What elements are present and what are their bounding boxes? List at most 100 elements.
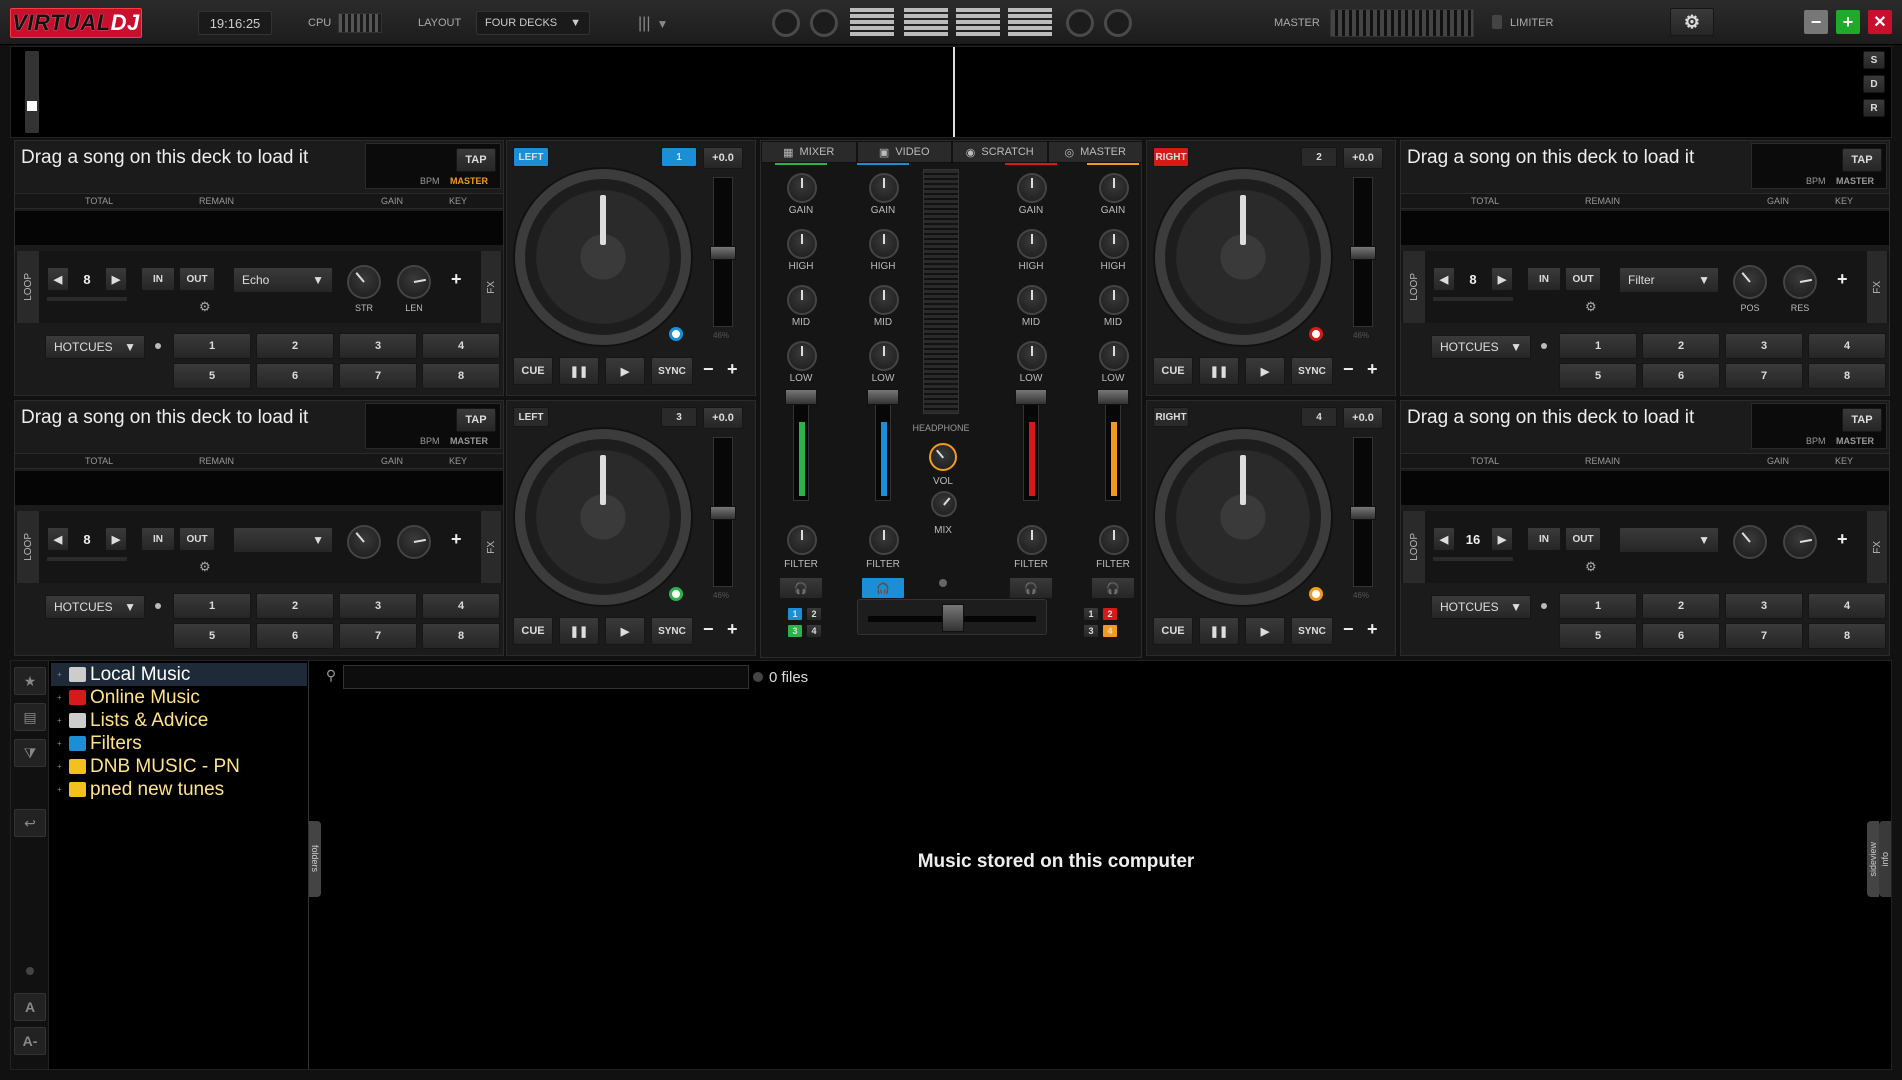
assign-2[interactable]: 2 xyxy=(806,607,822,621)
crossfader[interactable] xyxy=(857,599,1047,635)
loop-double-icon[interactable]: ▶ xyxy=(1491,527,1513,551)
hotcue-2-button[interactable]: 2 xyxy=(1642,593,1720,619)
pause-icon[interactable]: ❚❚ xyxy=(1199,357,1239,385)
eq-bars-icon[interactable] xyxy=(1008,8,1052,36)
channel-mid-knob[interactable] xyxy=(787,285,817,315)
channel-mid-knob[interactable] xyxy=(1017,285,1047,315)
deck-side-button[interactable]: RIGHT xyxy=(1153,407,1189,427)
loop-half-icon[interactable]: ◀ xyxy=(47,267,69,291)
hotcue-8-button[interactable]: 8 xyxy=(422,363,500,389)
headphone-icon[interactable]: 🎧 xyxy=(1091,577,1135,599)
channel-filter-knob[interactable] xyxy=(1017,525,1047,555)
pitch-fader-handle[interactable] xyxy=(1350,246,1376,260)
cue-button[interactable]: CUE xyxy=(513,617,553,645)
tap-button[interactable]: TAP xyxy=(1842,148,1882,172)
tree-item[interactable]: + Local Music xyxy=(51,663,307,686)
hotcue-6-button[interactable]: 6 xyxy=(256,363,334,389)
deck-side-button[interactable]: RIGHT xyxy=(1153,147,1189,167)
side-button-s[interactable]: S xyxy=(1863,51,1885,69)
fx-tab[interactable]: FX xyxy=(1867,511,1887,583)
jog-wheel[interactable] xyxy=(1155,429,1331,605)
hotcue-1-button[interactable]: 1 xyxy=(173,593,251,619)
hotcue-7-button[interactable]: 7 xyxy=(339,623,417,649)
loop-tab[interactable]: LOOP xyxy=(1403,511,1425,583)
fx-param-2-knob[interactable] xyxy=(397,525,431,559)
loop-in-button[interactable]: IN xyxy=(141,527,175,551)
channel-gain-knob[interactable] xyxy=(869,173,899,203)
play-icon[interactable]: ▶ xyxy=(1245,617,1285,645)
loop-roll-icon[interactable]: ⚙ xyxy=(1585,559,1601,575)
loop-out-button[interactable]: OUT xyxy=(1565,267,1601,291)
hotcue-3-button[interactable]: 3 xyxy=(339,593,417,619)
settings-gear-icon[interactable]: ⚙ xyxy=(1670,8,1714,36)
hotcue-8-button[interactable]: 8 xyxy=(422,623,500,649)
hotcue-7-button[interactable]: 7 xyxy=(339,363,417,389)
channel-fader-handle[interactable] xyxy=(867,389,899,405)
channel-gain-knob[interactable] xyxy=(1017,173,1047,203)
loop-half-icon[interactable]: ◀ xyxy=(1433,527,1455,551)
channel-low-knob[interactable] xyxy=(787,341,817,371)
channel-high-knob[interactable] xyxy=(869,229,899,259)
channel-gain-knob[interactable] xyxy=(787,173,817,203)
eq-bars-icon[interactable] xyxy=(904,8,948,36)
channel-low-knob[interactable] xyxy=(1099,341,1129,371)
tree-item[interactable]: + DNB MUSIC - PN xyxy=(51,755,307,778)
maximize-button[interactable]: + xyxy=(1836,10,1860,34)
hotcue-7-button[interactable]: 7 xyxy=(1725,623,1803,649)
channel-volume-fader[interactable] xyxy=(1023,397,1039,501)
fx-param-2-knob[interactable] xyxy=(397,265,431,299)
fx-tab[interactable]: FX xyxy=(481,251,501,323)
pitch-fader-handle[interactable] xyxy=(710,506,736,520)
hotcue-5-button[interactable]: 5 xyxy=(173,363,251,389)
loop-out-button[interactable]: OUT xyxy=(179,527,215,551)
pitch-plus-button[interactable]: + xyxy=(727,359,738,380)
headphone-vol-knob[interactable] xyxy=(929,443,957,471)
hotcue-5-button[interactable]: 5 xyxy=(173,623,251,649)
play-icon[interactable]: ▶ xyxy=(1245,357,1285,385)
deck-number-button[interactable]: 1 xyxy=(661,147,697,167)
pitch-fader[interactable] xyxy=(1350,177,1376,327)
hotcue-4-button[interactable]: 4 xyxy=(422,333,500,359)
loop-roll-icon[interactable]: ⚙ xyxy=(199,299,215,315)
expand-icon[interactable]: + xyxy=(57,785,65,794)
channel-mid-knob[interactable] xyxy=(869,285,899,315)
tree-item[interactable]: + Filters xyxy=(51,732,307,755)
channel-filter-knob[interactable] xyxy=(787,525,817,555)
minimize-button[interactable]: − xyxy=(1804,10,1828,34)
deck-number-button[interactable]: 2 xyxy=(1301,147,1337,167)
pitch-minus-button[interactable]: − xyxy=(1343,359,1354,380)
record-button[interactable] xyxy=(772,9,800,37)
expand-icon[interactable]: + xyxy=(57,762,65,771)
headphone-icon[interactable]: 🎧 xyxy=(1009,577,1053,599)
play-icon[interactable]: ▶ xyxy=(605,617,645,645)
hotcue-4-button[interactable]: 4 xyxy=(1808,333,1886,359)
headphone-mix-knob[interactable] xyxy=(931,491,957,517)
expand-icon[interactable]: + xyxy=(57,739,65,748)
eq-bars-icon[interactable] xyxy=(956,8,1000,36)
channel-volume-fader[interactable] xyxy=(875,397,891,501)
tap-button[interactable]: TAP xyxy=(456,148,496,172)
effect-select[interactable]: ▼ xyxy=(233,527,333,553)
fx-param-1-knob[interactable] xyxy=(1733,525,1767,559)
channel-volume-fader[interactable] xyxy=(793,397,809,501)
tab-mixer[interactable]: ▦ MIXER xyxy=(761,141,857,163)
tap-button[interactable]: TAP xyxy=(456,408,496,432)
cue-button[interactable]: CUE xyxy=(1153,357,1193,385)
assign-4[interactable]: 4 xyxy=(1102,624,1118,638)
loop-double-icon[interactable]: ▶ xyxy=(105,267,127,291)
hotcue-1-button[interactable]: 1 xyxy=(1559,333,1637,359)
hotcues-select[interactable]: HOTCUES ▼ xyxy=(1431,335,1531,359)
assign-3[interactable]: 3 xyxy=(787,624,803,638)
hotcue-5-button[interactable]: 5 xyxy=(1559,363,1637,389)
sideview-tab[interactable]: sideview xyxy=(1867,821,1879,897)
add-effect-icon[interactable]: + xyxy=(451,269,471,290)
filter-icon[interactable]: ⧩ xyxy=(14,739,46,767)
search-options-icon[interactable] xyxy=(753,672,763,682)
loop-half-icon[interactable]: ◀ xyxy=(47,527,69,551)
assign-1[interactable]: 1 xyxy=(787,607,803,621)
channel-fader-handle[interactable] xyxy=(785,389,817,405)
assign-2[interactable]: 2 xyxy=(1102,607,1118,621)
pause-icon[interactable]: ❚❚ xyxy=(559,357,599,385)
sync-button[interactable]: SYNC xyxy=(651,357,693,385)
hotcue-3-button[interactable]: 3 xyxy=(1725,333,1803,359)
